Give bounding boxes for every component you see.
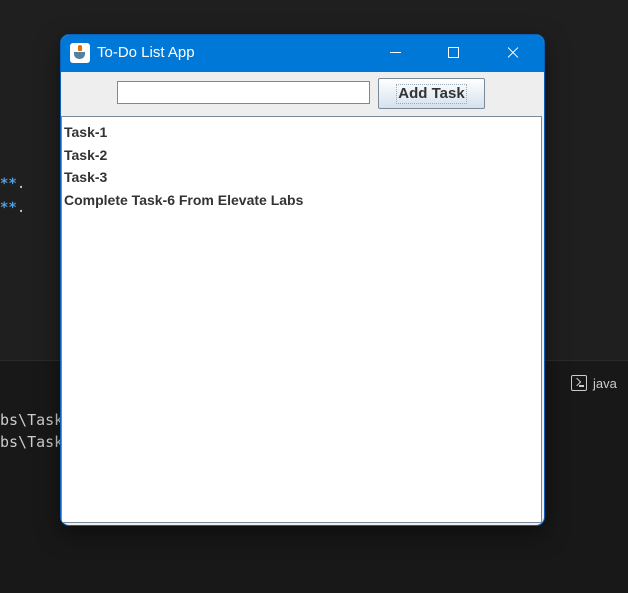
close-button[interactable] bbox=[490, 35, 536, 72]
list-item[interactable]: Complete Task-6 From Elevate Labs bbox=[62, 189, 541, 212]
terminal-tab-label: java bbox=[593, 375, 617, 391]
java-icon bbox=[70, 43, 90, 63]
list-item[interactable]: Task-3 bbox=[62, 166, 541, 189]
terminal-line: bs\Task bbox=[0, 411, 64, 429]
window-title: To-Do List App bbox=[97, 44, 195, 61]
task-input[interactable] bbox=[117, 81, 370, 104]
editor-fragment: **. bbox=[0, 200, 26, 216]
toolbar: Add Task bbox=[61, 72, 544, 116]
terminal-tab-java[interactable]: java bbox=[571, 375, 617, 391]
todo-app-window: To-Do List App Add Task Task-1 Task-2 Ta… bbox=[61, 35, 544, 525]
maximize-button[interactable] bbox=[430, 35, 476, 72]
terminal-icon bbox=[571, 375, 587, 391]
add-task-button-label: Add Task bbox=[396, 83, 467, 104]
editor-fragment: **. bbox=[0, 176, 26, 192]
list-item[interactable]: Task-1 bbox=[62, 121, 541, 144]
minimize-button[interactable] bbox=[373, 35, 419, 72]
list-item[interactable]: Task-2 bbox=[62, 144, 541, 167]
terminal-line: bs\Task bbox=[0, 433, 64, 451]
title-bar[interactable]: To-Do List App bbox=[61, 35, 544, 72]
add-task-button[interactable]: Add Task bbox=[378, 78, 485, 109]
task-list[interactable]: Task-1 Task-2 Task-3 Complete Task-6 Fro… bbox=[61, 116, 542, 523]
